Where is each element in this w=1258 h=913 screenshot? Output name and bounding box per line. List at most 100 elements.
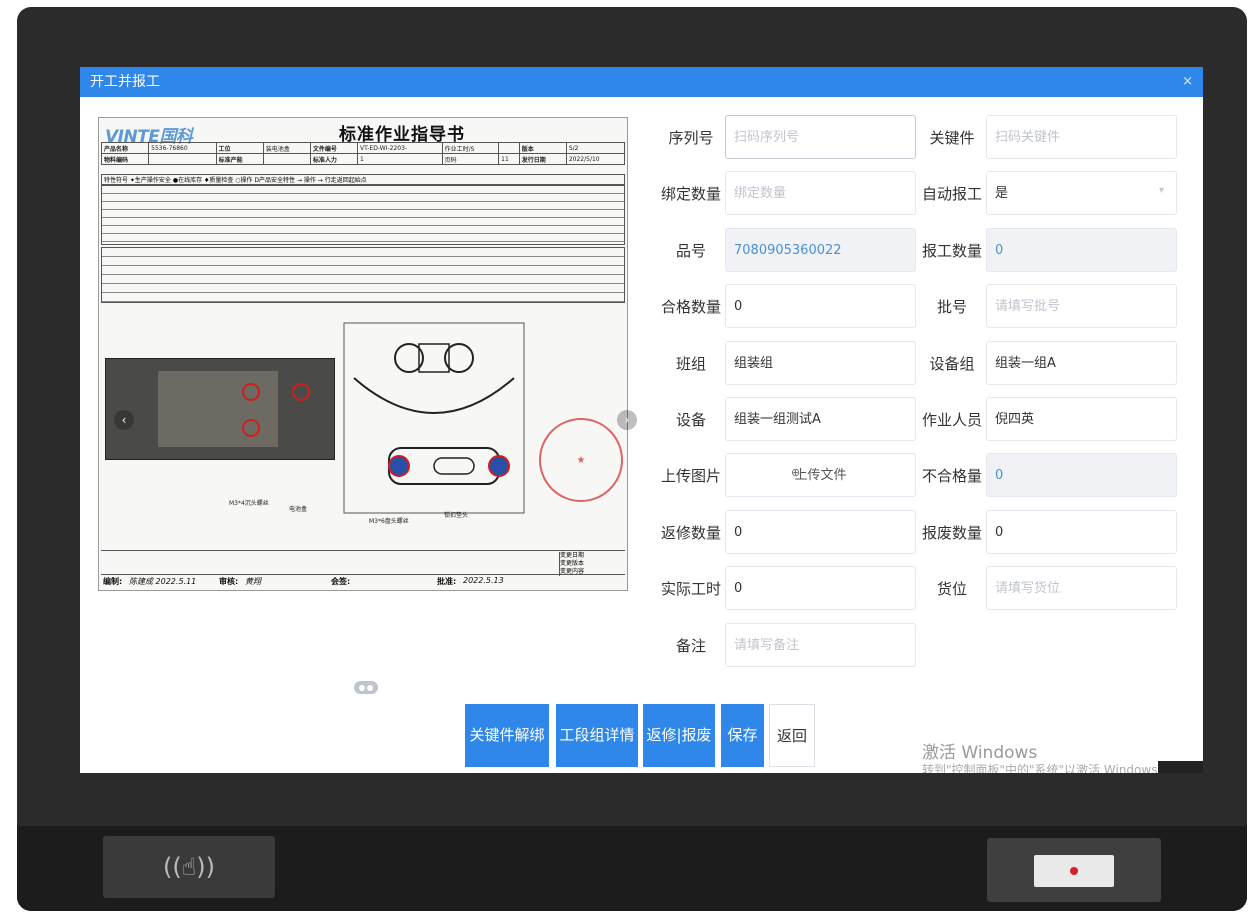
form-field: 自动报工是 ▾ [918, 171, 1177, 217]
process-table [101, 247, 625, 303]
marker-ring [242, 383, 260, 401]
sign-label: 编制: [103, 577, 123, 586]
field-input[interactable]: 组装组 [725, 341, 916, 385]
cell [148, 153, 217, 165]
taskbar-fragment [1158, 761, 1203, 773]
form-field: 设备 组装一组测试A [657, 397, 916, 443]
cell: 版本 [518, 142, 567, 154]
characteristics-row: 特性符号 ✦生产操作安全 ●在线库存 ♦质量检查 ○操作 D产品安全特性 → 操… [101, 174, 625, 185]
auto-report-select[interactable]: 是 [986, 171, 1177, 215]
cell: 页码 [441, 153, 500, 165]
form-field: 序列号 扫码序列号 [657, 115, 916, 161]
windows-activation-subtitle: 转到"控制面板"中的"系统"以激活 Windows。 [922, 763, 1170, 773]
marker-ring [292, 383, 310, 401]
field-input[interactable]: 请填写备注 [725, 623, 916, 667]
cell: 5536-76860 [148, 142, 217, 154]
signature-row: 编制: 陈建成 2022.5.11 审核: 黄翔 会签: 批准: 2022.5.… [101, 574, 625, 589]
company-seal: ★ [539, 418, 623, 502]
change-log: 变更日期 变更版本 变更内容 [559, 552, 626, 576]
form-field: 合格数量 0 [657, 284, 916, 330]
field-input[interactable]: 请填写货位 [986, 566, 1177, 610]
form-field: 作业人员 倪四英 [918, 397, 1177, 443]
unbind-key-part-button[interactable]: 关键件解绑 [465, 704, 549, 767]
sensor-pad [987, 838, 1161, 902]
sign-label: 批准: [437, 577, 457, 586]
field-input[interactable]: 0 [725, 510, 916, 554]
field-label: 关键件 [929, 129, 975, 147]
change-label: 变更日期 [560, 552, 585, 559]
form-field: 货位 请填写货位 [918, 566, 1177, 612]
upload-icon: ⊕ [791, 466, 801, 479]
form-field: 报废数量 0 [918, 510, 1177, 556]
field-input[interactable]: 0 [986, 453, 1177, 497]
sign-value: 2022.5.13 [463, 576, 504, 585]
carousel-next-button[interactable]: › [617, 410, 637, 430]
field-label: 作业人员 [921, 411, 982, 429]
form-field: 设备组 组装一组A [918, 341, 1177, 387]
field-label: 合格数量 [660, 298, 721, 316]
field-label: 设备组 [929, 355, 975, 373]
save-button[interactable]: 保存 [721, 704, 764, 767]
cell: 物料编码 [100, 153, 150, 165]
caption-screw-right: M3*6盘头螺丝 [369, 518, 409, 525]
field-label: 货位 [936, 580, 967, 598]
field-label: 报废数量 [921, 524, 982, 542]
upload-file-button[interactable]: 上传文件 [725, 453, 916, 497]
carousel-prev-button[interactable]: ‹ [114, 410, 134, 430]
cell: VT-ED-WI-2203- [357, 142, 443, 154]
field-label: 绑定数量 [660, 185, 721, 203]
technical-drawing [343, 322, 525, 514]
photo-battery-box [158, 371, 278, 447]
field-input[interactable]: 扫码关键件 [986, 115, 1177, 159]
caption-screw-left: M3*4沉头螺丝 [229, 500, 269, 507]
cell: S/2 [565, 142, 626, 154]
repair-scrap-button[interactable]: 返修|报废 [643, 704, 715, 767]
cell: 作业工时/S [441, 142, 500, 154]
field-input[interactable]: 组装一组测试A [725, 397, 916, 441]
sensor-led [1070, 867, 1078, 875]
field-input[interactable]: 0 [986, 228, 1177, 272]
section-detail-button[interactable]: 工段组详情 [556, 704, 638, 767]
field-input[interactable]: 绑定数量 [725, 171, 916, 215]
change-label: 变更内容 [560, 568, 585, 575]
back-button[interactable]: 返回 [769, 704, 815, 767]
chevron-down-icon[interactable]: ▾ [1159, 185, 1169, 196]
form-field: 关键件 扫码关键件 [918, 115, 1177, 161]
form-field: 班组 组装组 [657, 341, 916, 387]
field-label: 批号 [936, 298, 967, 316]
close-icon[interactable]: × [1182, 67, 1193, 97]
form-field: 返修数量 0 [657, 510, 916, 556]
field-input[interactable]: 组装一组A [986, 341, 1177, 385]
field-input[interactable]: 0 [986, 510, 1177, 554]
field-input[interactable]: 7080905360022 [725, 228, 916, 272]
field-label: 序列号 [668, 129, 714, 147]
field-label: 备注 [675, 637, 706, 655]
dialog-title: 开工并报工 [90, 74, 160, 90]
field-input[interactable]: 扫码序列号 [725, 115, 916, 159]
field-label: 设备 [675, 411, 706, 429]
field-label: 报工数量 [921, 242, 982, 260]
field-input[interactable]: 0 [725, 284, 916, 328]
field-label: 不合格量 [921, 467, 982, 485]
form-field: 报工数量 0 [918, 228, 1177, 274]
form-field: 实际工时 0 [657, 566, 916, 612]
change-label: 变更版本 [560, 560, 585, 567]
field-label: 班组 [675, 355, 706, 373]
material-table [101, 185, 625, 245]
field-input[interactable]: 请填写批号 [986, 284, 1177, 328]
cell: 装电池盒 [262, 142, 311, 154]
form-field: 批号 请填写批号 [918, 284, 1177, 330]
carousel-indicator[interactable] [354, 681, 378, 694]
field-input[interactable]: 倪四英 [986, 397, 1177, 441]
caption-battery-box: 电池盒 [289, 506, 308, 513]
sign-label: 审核: [219, 577, 239, 586]
nfc-reader: ((☝)) [103, 836, 275, 898]
field-label: 上传图片 [660, 467, 721, 485]
field-label: 实际工时 [660, 580, 721, 598]
sensor-window [1034, 855, 1114, 887]
marker-ring [242, 419, 260, 437]
cell: 发行日期 [518, 153, 567, 165]
product-photo [105, 358, 335, 460]
field-input[interactable]: 0 [725, 566, 916, 610]
field-label: 返修数量 [660, 524, 721, 542]
